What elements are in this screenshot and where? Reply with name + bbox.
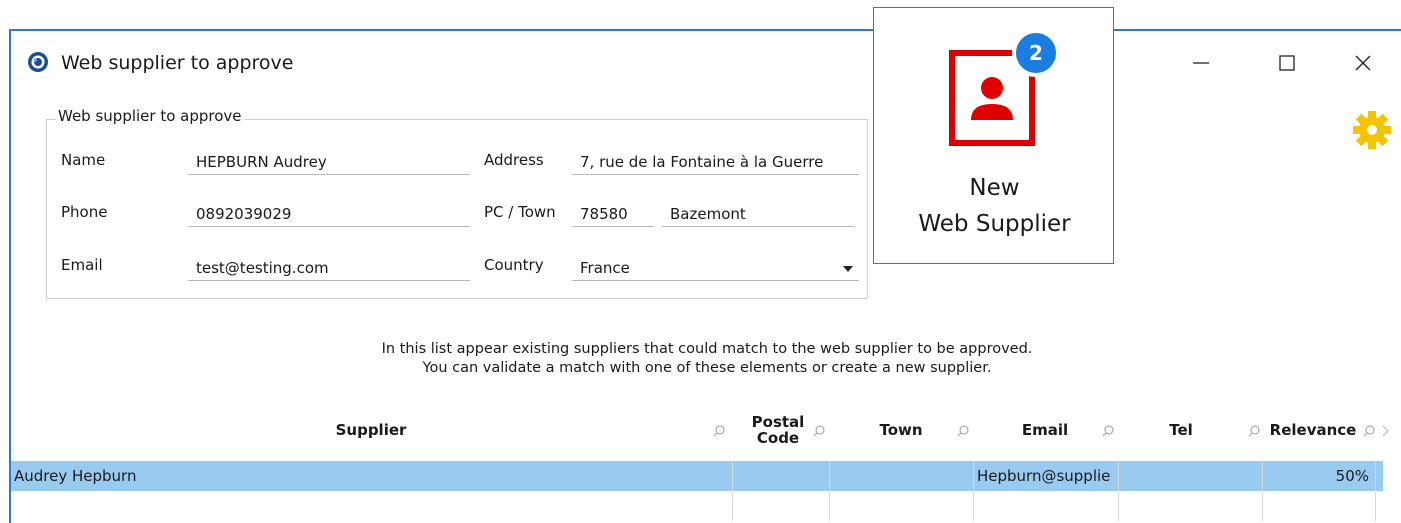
col-email-label: Email [1021,421,1069,439]
pc-town-label: PC / Town [484,203,556,221]
cell-supplier [11,491,733,521]
cell-tel [1119,491,1263,521]
new-supplier-notification[interactable]: 2 New Web Supplier [873,7,1114,264]
col-supplier-label: Supplier [335,421,407,439]
col-town-label: Town [879,421,923,439]
email-label: Email [61,256,103,274]
chevron-right-icon[interactable] [1382,425,1390,437]
town-field[interactable]: Bazemont [662,203,855,227]
phone-field[interactable]: 0892039029 [188,203,470,227]
country-value: France [580,259,630,277]
cell-email: Hepburn@supplie [974,461,1119,491]
cell-postal-code [733,491,830,521]
table-row[interactable]: Audrey Hepburn Hepburn@supplie 50% [11,461,1383,491]
col-relevance-label: Relevance [1269,421,1357,439]
col-relevance[interactable]: Relevance [1263,401,1363,459]
approval-window: Web supplier to approve Web supplier to … [9,29,1401,523]
info-line-1: In this list appear existing suppliers t… [381,341,1033,357]
cell-email [974,491,1119,521]
col-postal-code[interactable]: Postal Code [733,401,823,459]
cell-relevance: 50% [1263,461,1376,491]
close-icon [1355,55,1371,71]
grid-header: Supplier Postal Code Town Email Tel Rele… [11,401,1401,459]
col-supplier[interactable]: Supplier [11,401,731,459]
table-row[interactable] [11,491,1383,521]
search-icon[interactable] [1248,425,1260,437]
col-tel-label: Tel [1169,421,1193,439]
email-field[interactable]: test@testing.com [188,257,470,281]
col-postal-code-label: Postal Code [751,413,805,447]
country-select[interactable]: France [572,257,859,281]
title-bar[interactable]: Web supplier to approve [11,31,1401,81]
cell-postal-code [733,461,830,491]
cell-town [830,461,974,491]
search-icon[interactable] [1102,425,1114,437]
postal-code-field[interactable]: 78580 [572,203,654,227]
search-icon[interactable] [1363,425,1375,437]
country-label: Country [484,256,544,274]
address-field[interactable]: 7, rue de la Fontaine à la Guerre [572,151,859,175]
col-town[interactable]: Town [831,401,971,459]
cell-relevance [1263,491,1376,521]
name-label: Name [61,151,106,169]
col-tel[interactable]: Tel [1121,401,1241,459]
app-logo-icon [28,52,48,72]
gear-icon[interactable] [1351,109,1393,151]
notification-count-badge: 2 [1012,29,1060,77]
notification-text: New Web Supplier [874,170,1115,242]
cell-tel [1119,461,1263,491]
supplier-group-title: Web supplier to approve [56,107,244,125]
chevron-down-icon [843,266,853,272]
cell-town [830,491,974,521]
close-button[interactable] [1343,47,1383,79]
notification-line-2: Web Supplier [918,211,1071,237]
maximize-button[interactable] [1267,47,1307,79]
search-icon[interactable] [713,425,725,437]
col-email[interactable]: Email [975,401,1115,459]
window-title: Web supplier to approve [61,52,294,74]
search-icon[interactable] [813,425,825,437]
address-label: Address [484,151,544,169]
phone-label: Phone [61,203,108,221]
info-line-2: You can validate a match with one of the… [422,360,992,376]
search-icon[interactable] [957,425,969,437]
minimize-button[interactable] [1181,47,1221,79]
notification-line-1: New [969,175,1020,201]
name-field[interactable]: HEPBURN Audrey [188,151,470,175]
cell-supplier: Audrey Hepburn [11,461,733,491]
maximize-icon [1279,55,1295,71]
minimize-icon [1193,62,1209,64]
